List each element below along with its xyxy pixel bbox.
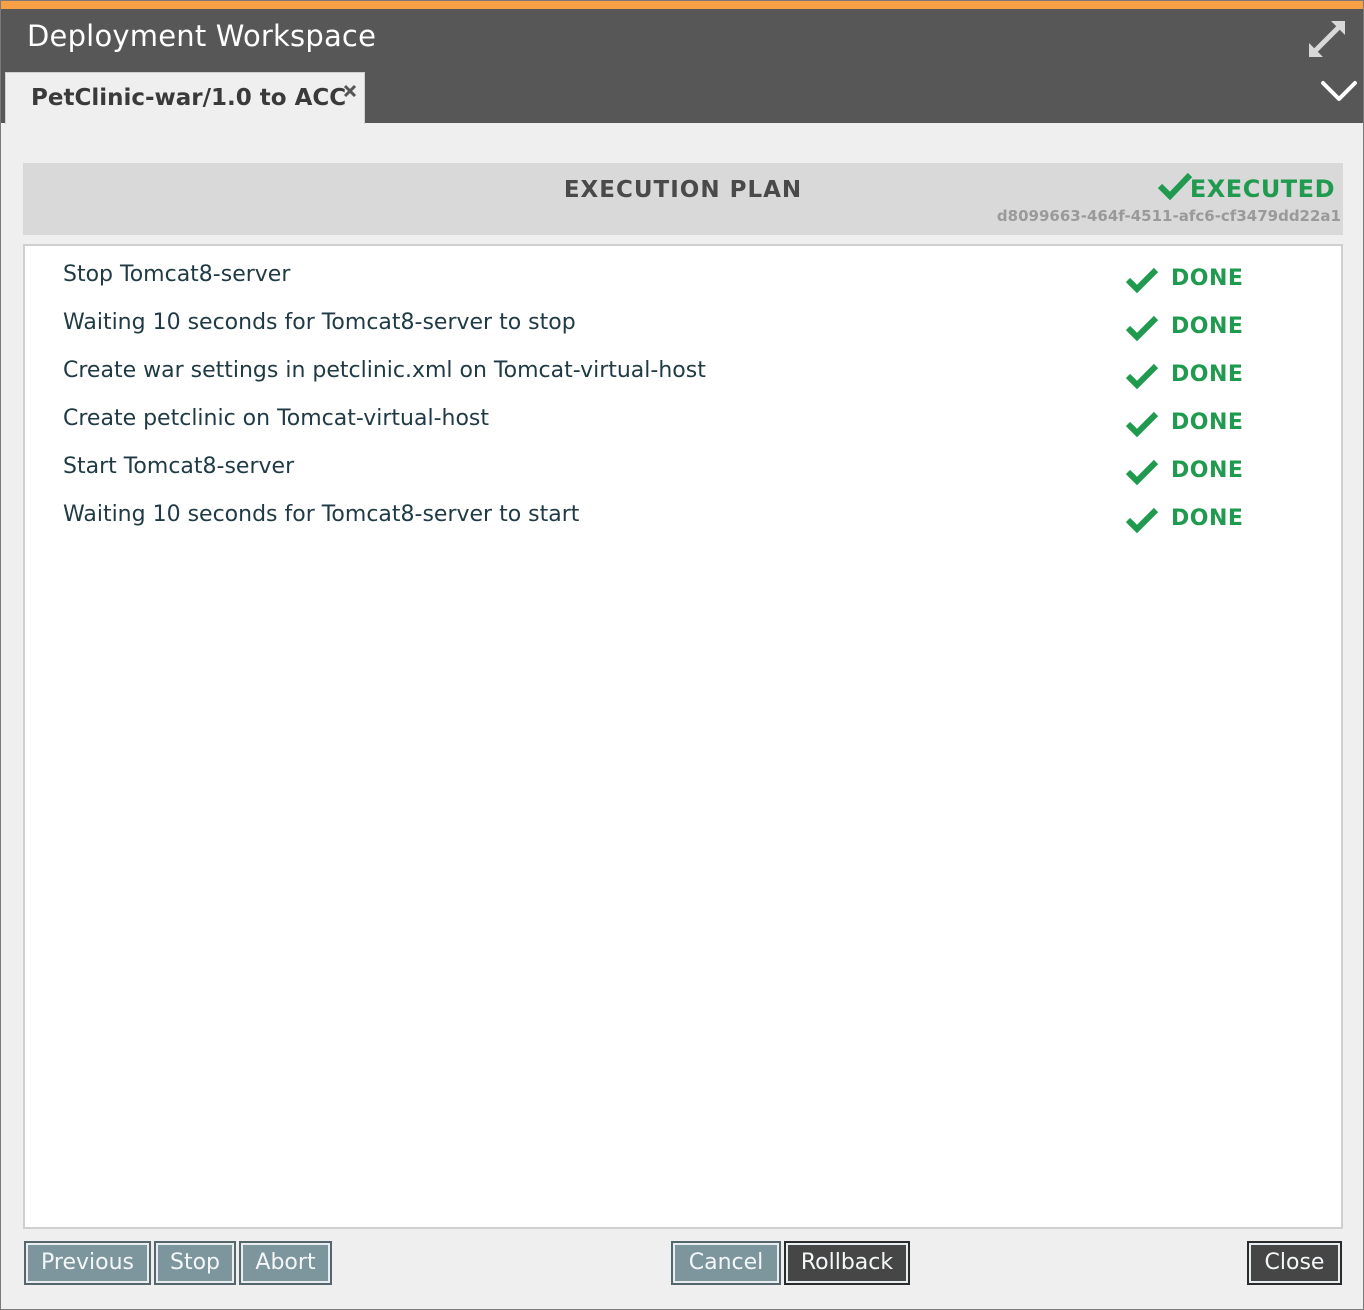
- step-status: DONE: [1171, 458, 1244, 483]
- list-item: Waiting 10 seconds for Tomcat8-server to…: [25, 302, 1341, 350]
- checkmark-icon: [1125, 459, 1159, 486]
- close-button[interactable]: Close: [1247, 1241, 1342, 1285]
- step-status: DONE: [1171, 266, 1244, 291]
- step-status: DONE: [1171, 362, 1244, 387]
- expand-icon[interactable]: [1305, 17, 1349, 61]
- step-description: Stop Tomcat8-server: [63, 262, 291, 287]
- stop-button[interactable]: Stop: [154, 1241, 236, 1285]
- step-status: DONE: [1171, 506, 1244, 531]
- list-item: Create war settings in petclinic.xml on …: [25, 350, 1341, 398]
- tab-label: PetClinic-war/1.0 to ACC: [31, 85, 347, 111]
- close-icon[interactable]: [342, 83, 358, 99]
- execution-plan-header: EXECUTION PLAN EXECUTED d8099663-464f-45…: [23, 163, 1343, 235]
- step-description: Start Tomcat8-server: [63, 454, 295, 479]
- step-status: DONE: [1171, 410, 1244, 435]
- status-badge: EXECUTED: [1189, 175, 1335, 203]
- previous-button[interactable]: Previous: [24, 1241, 151, 1285]
- checkmark-icon: [1125, 411, 1159, 438]
- list-item: Waiting 10 seconds for Tomcat8-server to…: [25, 494, 1341, 542]
- window-title: Deployment Workspace: [27, 19, 377, 53]
- plan-title: EXECUTION PLAN: [563, 177, 803, 203]
- step-list: Stop Tomcat8-server DONE Waiting 10 seco…: [23, 244, 1343, 1229]
- checkmark-icon: [1125, 315, 1159, 342]
- checkmark-icon: [1125, 267, 1159, 294]
- step-description: Waiting 10 seconds for Tomcat8-server to…: [63, 502, 580, 527]
- abort-button[interactable]: Abort: [239, 1241, 332, 1285]
- list-item: Start Tomcat8-server DONE: [25, 446, 1341, 494]
- step-description: Create war settings in petclinic.xml on …: [63, 358, 706, 383]
- chevron-down-icon[interactable]: [1319, 77, 1359, 105]
- list-item: Stop Tomcat8-server DONE: [25, 254, 1341, 302]
- rollback-button[interactable]: Rollback: [784, 1241, 910, 1285]
- checkmark-icon: [1157, 172, 1193, 201]
- list-item: Create petclinic on Tomcat-virtual-host …: [25, 398, 1341, 446]
- step-description: Waiting 10 seconds for Tomcat8-server to…: [63, 310, 576, 335]
- cancel-button[interactable]: Cancel: [671, 1241, 781, 1285]
- task-id: d8099663-464f-4511-afc6-cf3479dd22a1: [996, 207, 1341, 225]
- tab-petclinic-deployment[interactable]: PetClinic-war/1.0 to ACC: [5, 72, 365, 124]
- deployment-workspace-window: Deployment Workspace PetClinic-war/1.0 t…: [0, 0, 1364, 1310]
- step-description: Create petclinic on Tomcat-virtual-host: [63, 406, 489, 431]
- accent-bar: [1, 1, 1363, 9]
- title-bar: Deployment Workspace PetClinic-war/1.0 t…: [1, 9, 1363, 124]
- checkmark-icon: [1125, 363, 1159, 390]
- step-status: DONE: [1171, 314, 1244, 339]
- checkmark-icon: [1125, 507, 1159, 534]
